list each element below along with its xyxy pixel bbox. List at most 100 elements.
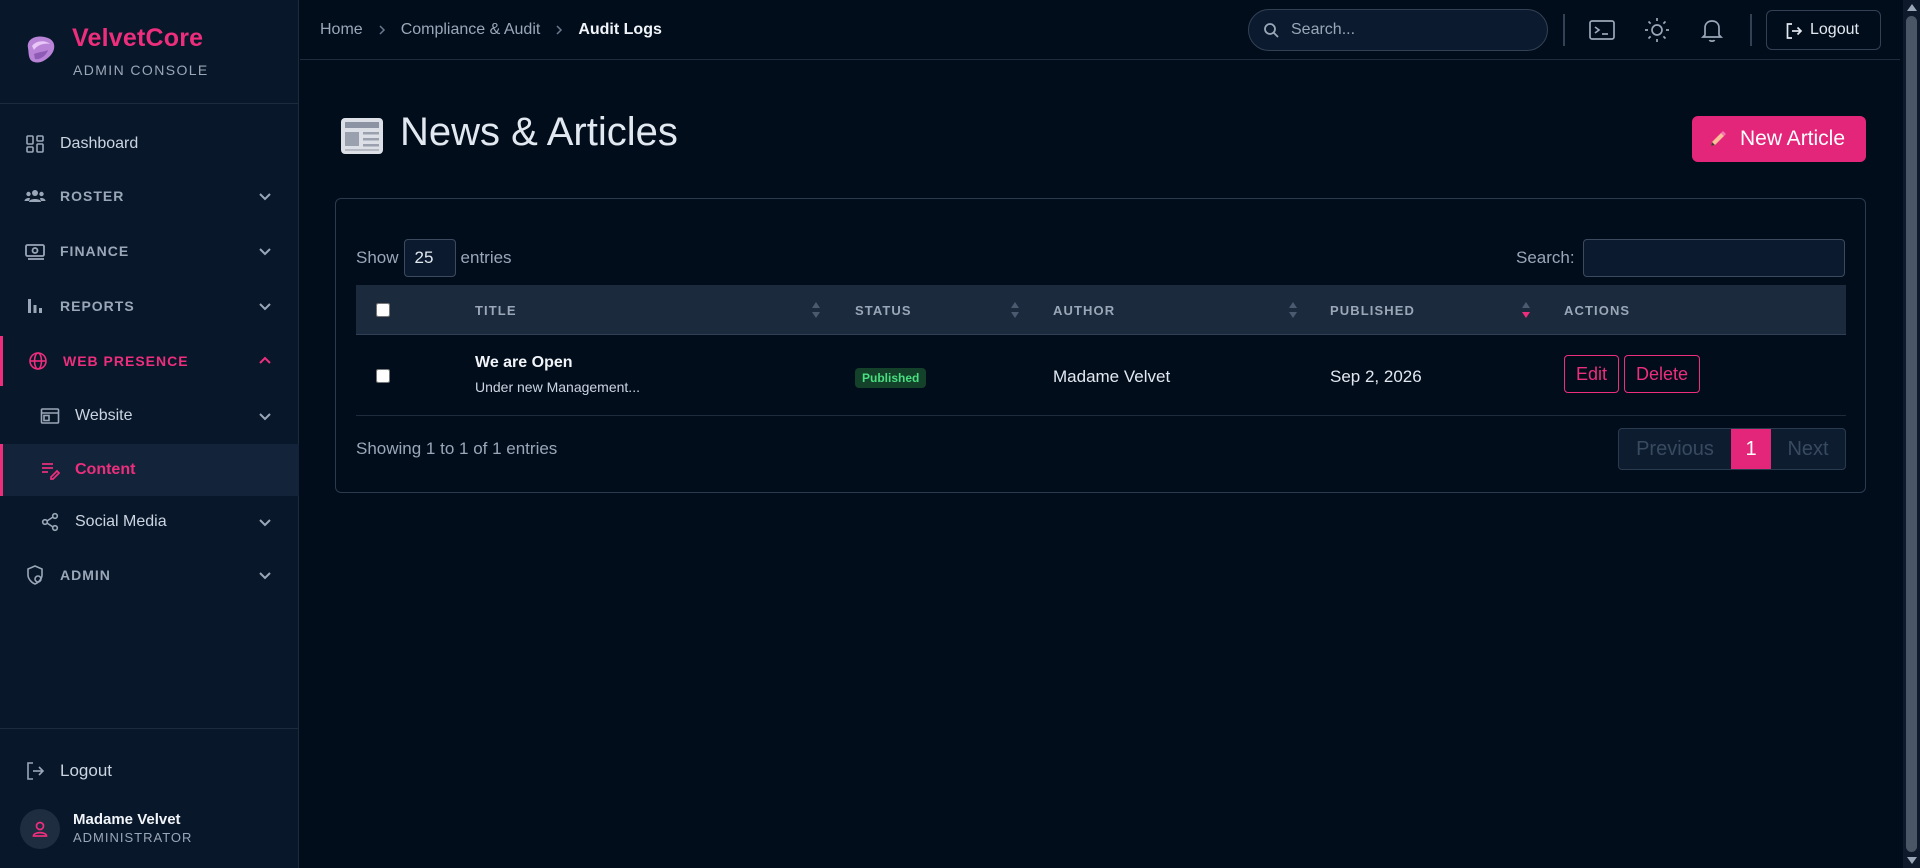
table-row: We are Open Under new Management... Publ… bbox=[356, 336, 1846, 416]
cash-icon bbox=[24, 240, 46, 262]
column-header-published[interactable]: PUBLISHED bbox=[1330, 285, 1415, 335]
breadcrumb-home[interactable]: Home bbox=[320, 21, 363, 39]
scroll-up-arrow-icon[interactable] bbox=[1907, 4, 1917, 11]
sort-both-icon[interactable] bbox=[812, 301, 820, 319]
header-logout-label: Logout bbox=[1810, 21, 1859, 38]
sidebar-footer: Logout Madame Velvet ADMINISTRATOR bbox=[0, 728, 299, 868]
table-info: Showing 1 to 1 of 1 entries bbox=[356, 439, 558, 458]
newspaper-icon bbox=[340, 117, 384, 155]
row-select-cell bbox=[376, 336, 390, 416]
sidebar-logout-button[interactable]: Logout bbox=[0, 751, 299, 791]
browser-icon bbox=[40, 406, 60, 426]
theme-toggle-button[interactable] bbox=[1642, 15, 1672, 45]
select-all-cell bbox=[376, 285, 390, 335]
page-scrollbar[interactable] bbox=[1903, 0, 1920, 868]
sun-icon bbox=[1645, 18, 1669, 42]
brand-logo-icon bbox=[20, 30, 60, 70]
pagination-next[interactable]: Next bbox=[1771, 429, 1845, 469]
page-title: News & Articles bbox=[400, 110, 678, 154]
pagination-page-1[interactable]: 1 bbox=[1731, 429, 1771, 469]
new-article-label: New Article bbox=[1740, 127, 1846, 150]
table-search-label: Search: bbox=[1516, 248, 1575, 267]
edit-list-icon bbox=[40, 460, 60, 480]
breadcrumb: Home Compliance & Audit Audit Logs bbox=[320, 0, 662, 60]
shield-gear-icon bbox=[24, 564, 46, 586]
new-article-button[interactable]: New Article bbox=[1692, 116, 1866, 162]
logout-icon bbox=[1785, 22, 1803, 40]
header-logout-button[interactable]: Logout bbox=[1766, 10, 1881, 50]
sidebar-item-web-presence[interactable]: WEB PRESENCE bbox=[0, 336, 299, 386]
chevron-down-icon bbox=[257, 408, 273, 424]
brand: VelvetCore ADMIN CONSOLE bbox=[0, 0, 299, 104]
sidebar-item-label: ROSTER bbox=[60, 188, 125, 204]
column-header-title[interactable]: TITLE bbox=[475, 285, 517, 335]
bar-chart-icon bbox=[24, 295, 46, 317]
chevron-right-icon bbox=[375, 23, 389, 37]
article-title[interactable]: We are Open bbox=[475, 354, 573, 372]
scroll-down-arrow-icon[interactable] bbox=[1907, 857, 1917, 864]
status-badge: Published bbox=[855, 368, 927, 388]
page-size-select[interactable]: 25 bbox=[403, 239, 456, 277]
chevron-down-icon bbox=[257, 514, 273, 530]
toolbar-divider bbox=[1750, 14, 1752, 46]
articles-card: Show 25 entries Search: TITLE STATUS AUT… bbox=[335, 198, 1866, 493]
sidebar-item-label: Content bbox=[75, 461, 136, 478]
terminal-button[interactable] bbox=[1587, 15, 1617, 45]
search-icon bbox=[1263, 22, 1279, 38]
sort-both-icon[interactable] bbox=[1011, 301, 1019, 319]
share-icon bbox=[40, 512, 60, 532]
sort-desc-icon[interactable] bbox=[1522, 301, 1530, 319]
sidebar-item-finance[interactable]: FINANCE bbox=[0, 226, 299, 276]
show-label: Show bbox=[356, 248, 399, 267]
sidebar-item-reports[interactable]: REPORTS bbox=[0, 281, 299, 331]
sort-both-icon[interactable] bbox=[1289, 301, 1297, 319]
scroll-thumb[interactable] bbox=[1906, 16, 1917, 852]
global-search-input[interactable] bbox=[1291, 10, 1541, 50]
user-role: ADMINISTRATOR bbox=[73, 830, 193, 845]
top-bar: Home Compliance & Audit Audit Logs Searc… bbox=[300, 0, 1900, 60]
chevron-down-icon bbox=[257, 298, 273, 314]
sidebar-item-admin[interactable]: ADMIN bbox=[0, 550, 299, 600]
chevron-down-icon bbox=[257, 243, 273, 259]
avatar[interactable] bbox=[20, 809, 60, 849]
chevron-down-icon bbox=[257, 188, 273, 204]
sidebar-item-roster[interactable]: ROSTER bbox=[0, 171, 299, 221]
sidebar-item-label: REPORTS bbox=[60, 298, 135, 314]
sidebar-item-content[interactable]: Content bbox=[0, 444, 299, 496]
breadcrumb-compliance[interactable]: Compliance & Audit bbox=[401, 21, 541, 39]
select-all-checkbox[interactable] bbox=[376, 303, 390, 317]
chevron-down-icon bbox=[257, 567, 273, 583]
column-header-actions: ACTIONS bbox=[1564, 302, 1631, 318]
sidebar-item-label: FINANCE bbox=[60, 243, 130, 259]
edit-button[interactable]: Edit bbox=[1564, 355, 1619, 393]
sidebar-logout-label: Logout bbox=[60, 761, 112, 780]
terminal-icon bbox=[1589, 20, 1615, 40]
pagination: Previous 1 Next bbox=[1618, 428, 1846, 470]
brand-name: VelvetCore bbox=[72, 24, 204, 52]
globe-icon bbox=[27, 350, 49, 372]
sidebar-item-dashboard[interactable]: Dashboard bbox=[0, 119, 299, 169]
row-checkbox[interactable] bbox=[376, 369, 390, 383]
sidebar-item-label: Website bbox=[75, 407, 133, 424]
bell-icon bbox=[1700, 20, 1724, 42]
notifications-button[interactable] bbox=[1697, 15, 1727, 45]
chevron-up-icon bbox=[257, 353, 273, 369]
column-header-status[interactable]: STATUS bbox=[855, 285, 912, 335]
sidebar-item-website[interactable]: Website bbox=[0, 390, 299, 442]
sidebar-item-social-media[interactable]: Social Media bbox=[0, 496, 299, 548]
brand-subtitle: ADMIN CONSOLE bbox=[73, 62, 209, 78]
table-header: TITLE STATUS AUTHOR PUBLISHED ACTIONS bbox=[356, 285, 1846, 335]
column-header-author[interactable]: AUTHOR bbox=[1053, 285, 1115, 335]
dashboard-icon bbox=[24, 133, 46, 155]
sidebar: VelvetCore ADMIN CONSOLE Dashboard ROSTE… bbox=[0, 0, 299, 868]
table-search-input[interactable] bbox=[1582, 239, 1845, 277]
toolbar-divider bbox=[1563, 14, 1565, 46]
sidebar-item-label: ADMIN bbox=[60, 567, 111, 583]
sidebar-item-label: Social Media bbox=[75, 513, 167, 530]
article-published-date: Sep 2, 2026 bbox=[1330, 367, 1422, 386]
pagination-previous[interactable]: Previous bbox=[1619, 429, 1731, 469]
users-icon bbox=[24, 185, 46, 207]
pencil-icon bbox=[1709, 130, 1727, 148]
delete-button[interactable]: Delete bbox=[1624, 355, 1700, 393]
global-search bbox=[1248, 9, 1548, 51]
